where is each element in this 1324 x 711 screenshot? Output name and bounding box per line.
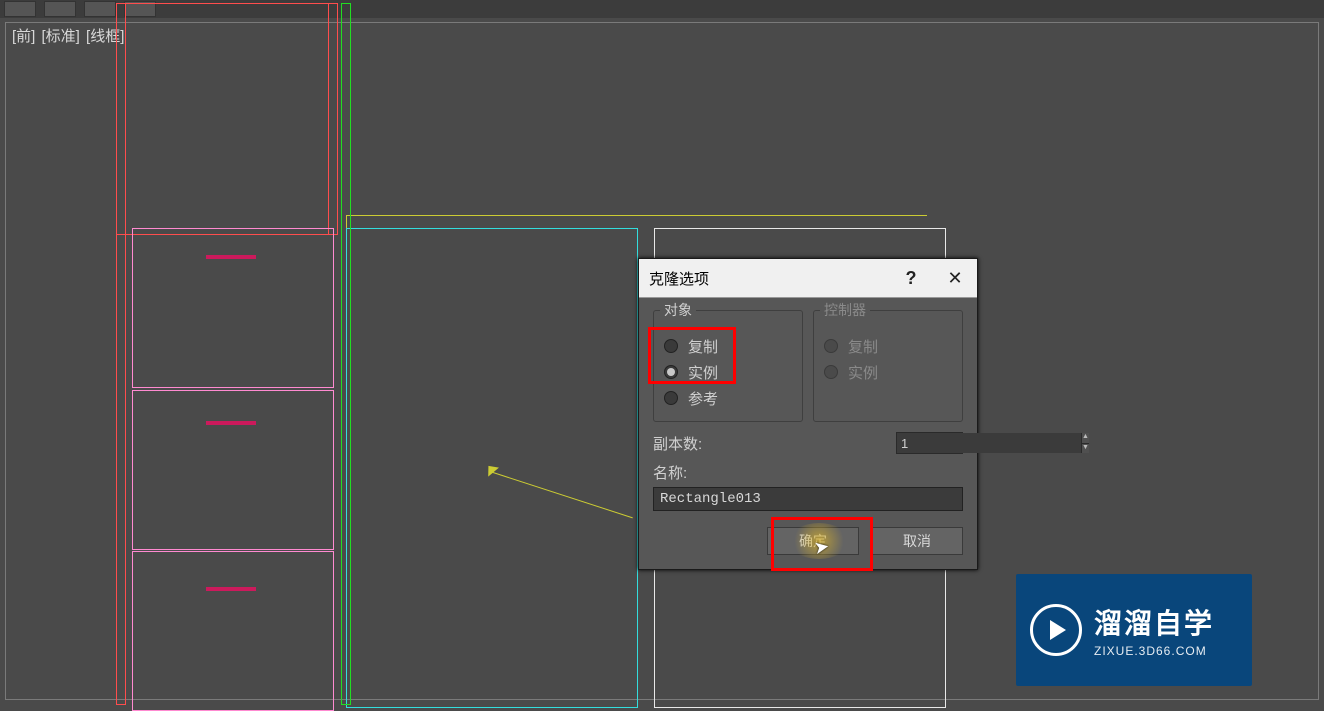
controller-copy-label: 复制 bbox=[848, 336, 878, 357]
dialog-titlebar[interactable]: 克隆选项 ? ✕ bbox=[639, 259, 977, 298]
name-input[interactable] bbox=[653, 487, 963, 511]
object-copy-label: 复制 bbox=[688, 336, 718, 357]
scene-mark bbox=[206, 421, 256, 425]
scene-rect bbox=[116, 3, 338, 235]
spinner-down-icon[interactable]: ▼ bbox=[1081, 443, 1089, 454]
copies-input[interactable] bbox=[897, 433, 1081, 453]
spinner-up-icon[interactable]: ▲ bbox=[1081, 433, 1089, 443]
object-instance-label: 实例 bbox=[688, 362, 718, 383]
object-group: 对象 复制 实例 参考 bbox=[653, 310, 803, 422]
cancel-button[interactable]: 取消 bbox=[871, 527, 963, 555]
controller-group: 控制器 复制 实例 bbox=[813, 310, 963, 422]
watermark-title: 溜溜自学 bbox=[1094, 602, 1214, 642]
help-button[interactable]: ? bbox=[889, 259, 933, 297]
controller-copy-radio-row: 复制 bbox=[824, 333, 952, 359]
scene-rect bbox=[341, 3, 351, 705]
scene-mark bbox=[206, 255, 256, 259]
controller-instance-label: 实例 bbox=[848, 362, 878, 383]
object-instance-radio-row[interactable]: 实例 bbox=[664, 359, 792, 385]
controller-instance-radio-row: 实例 bbox=[824, 359, 952, 385]
scene-rect bbox=[328, 3, 338, 235]
play-icon bbox=[1030, 604, 1082, 656]
scene-rect bbox=[132, 228, 334, 388]
scene-mark bbox=[206, 587, 256, 591]
object-reference-radio-row[interactable]: 参考 bbox=[664, 385, 792, 411]
scene-rect bbox=[116, 3, 126, 705]
close-button[interactable]: ✕ bbox=[933, 259, 977, 297]
object-reference-label: 参考 bbox=[688, 388, 718, 409]
toolbar-button[interactable] bbox=[84, 1, 116, 17]
radio-icon bbox=[824, 365, 838, 379]
viewport-view[interactable]: [前] bbox=[12, 28, 35, 45]
dialog-body: 对象 复制 实例 参考 控制器 复制 bbox=[639, 298, 977, 569]
watermark-subtitle: ZIXUE.3D66.COM bbox=[1094, 644, 1214, 658]
watermark: 溜溜自学 ZIXUE.3D66.COM bbox=[1016, 574, 1252, 686]
object-copy-radio-row[interactable]: 复制 bbox=[664, 333, 792, 359]
radio-icon[interactable] bbox=[664, 339, 678, 353]
clone-options-dialog: 克隆选项 ? ✕ 对象 复制 实例 参考 bbox=[638, 258, 978, 570]
toolbar-button[interactable] bbox=[44, 1, 76, 17]
scene-rect bbox=[132, 551, 334, 711]
scene-rect bbox=[132, 390, 334, 550]
controller-group-title: 控制器 bbox=[820, 300, 870, 320]
object-group-title: 对象 bbox=[660, 300, 696, 320]
dialog-title: 克隆选项 bbox=[649, 268, 709, 289]
copies-label: 副本数: bbox=[653, 433, 896, 454]
toolbar-button[interactable] bbox=[4, 1, 36, 17]
copies-spinner[interactable]: ▲ ▼ bbox=[896, 432, 963, 454]
radio-icon[interactable] bbox=[664, 365, 678, 379]
radio-icon[interactable] bbox=[664, 391, 678, 405]
viewport-label[interactable]: [前] [标准] [线框] bbox=[12, 25, 126, 46]
radio-icon bbox=[824, 339, 838, 353]
viewport-shading[interactable]: [标准] bbox=[42, 28, 80, 45]
name-label: 名称: bbox=[653, 462, 963, 483]
ok-button[interactable]: 确定 bbox=[767, 527, 859, 555]
